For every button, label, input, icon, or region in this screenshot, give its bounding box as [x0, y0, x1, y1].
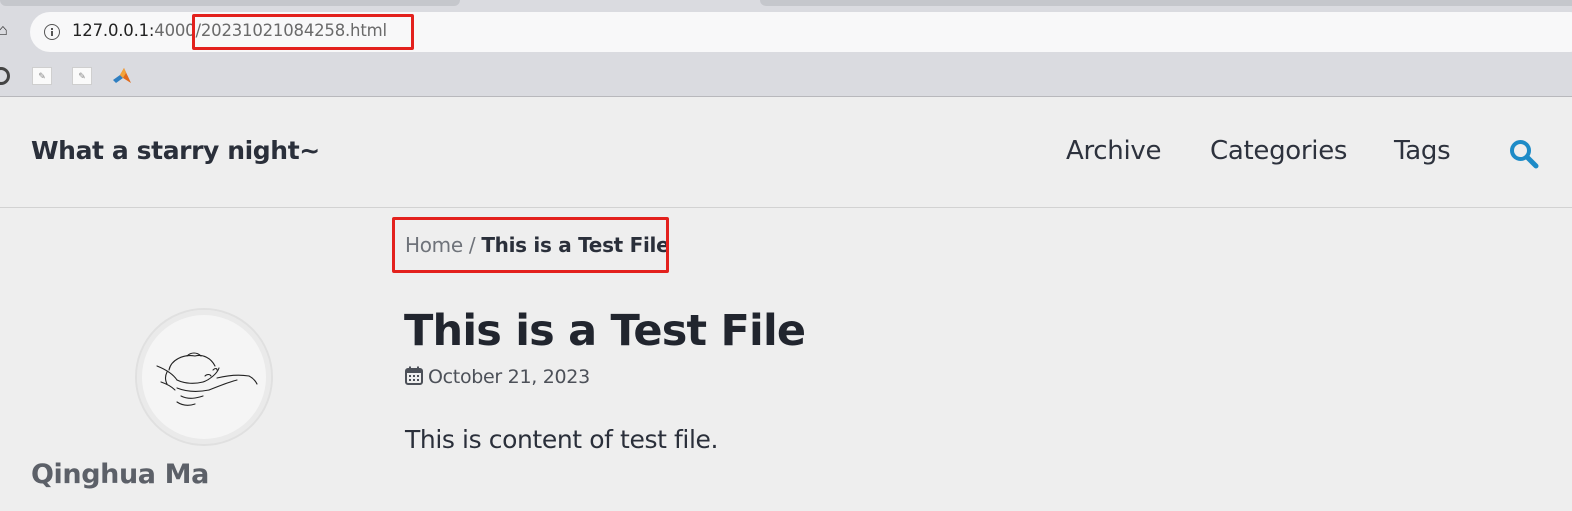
- url-annotation-box: [192, 14, 414, 50]
- nav-archive[interactable]: Archive: [1066, 136, 1161, 166]
- calendar-icon: [405, 366, 423, 385]
- post-body: This is content of test file.: [405, 425, 719, 454]
- matlab-icon[interactable]: [112, 67, 132, 85]
- post-date: October 21, 2023: [405, 366, 590, 388]
- site-header: What a starry night~ Archive Categories …: [0, 98, 1572, 208]
- breadcrumb-annotation-box: [392, 217, 669, 273]
- page-icon[interactable]: ✎: [32, 67, 52, 85]
- home-icon[interactable]: ⌂: [0, 20, 12, 42]
- search-icon[interactable]: [1508, 138, 1540, 170]
- author-name: Qinghua Ma: [31, 459, 209, 490]
- bookmarks-bar: ✎ ✎: [0, 58, 1572, 97]
- site-info-icon[interactable]: [44, 24, 60, 40]
- nav-tags[interactable]: Tags: [1394, 136, 1451, 166]
- github-icon[interactable]: [0, 67, 10, 85]
- avatar-sketch: [156, 352, 258, 406]
- nav-categories[interactable]: Categories: [1210, 136, 1347, 166]
- post-title: This is a Test File: [404, 306, 806, 356]
- url-host: 127.0.0.1:: [72, 21, 155, 40]
- post-date-text: October 21, 2023: [428, 366, 590, 388]
- page-icon[interactable]: ✎: [72, 67, 92, 85]
- site-title[interactable]: What a starry night~: [31, 136, 320, 165]
- avatar: [135, 308, 273, 446]
